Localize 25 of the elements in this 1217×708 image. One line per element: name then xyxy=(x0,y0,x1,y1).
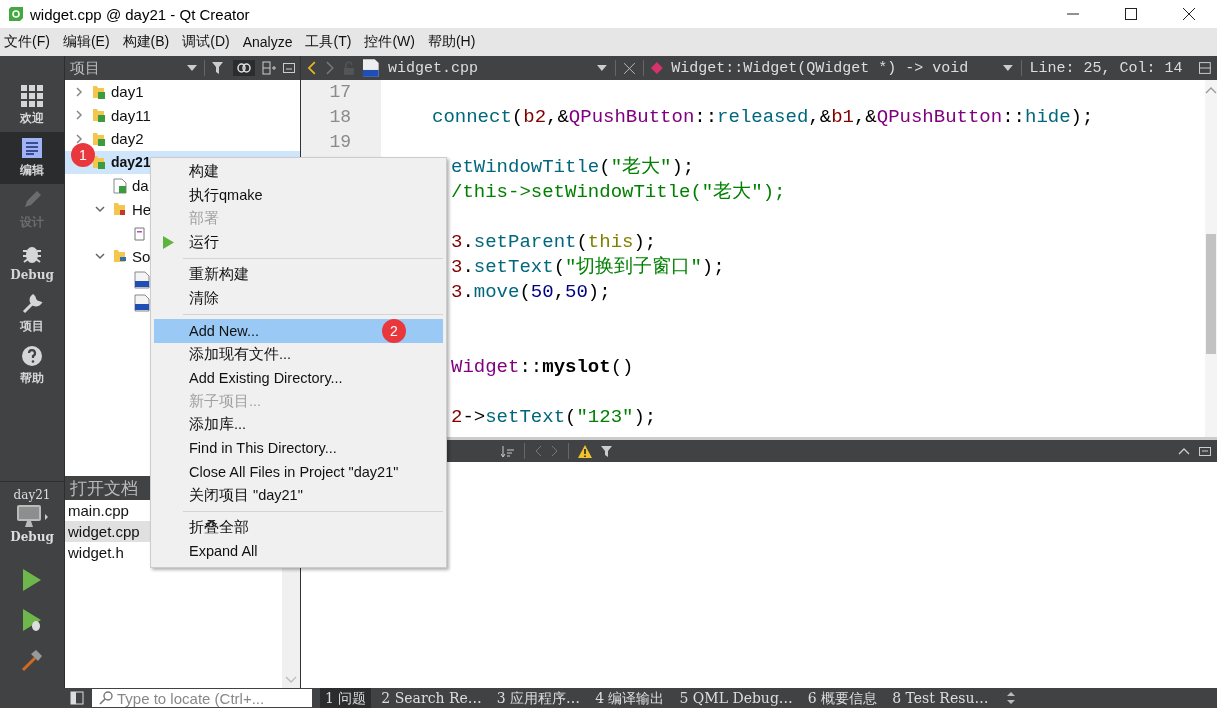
code-line: etWindowTitle("老大"); xyxy=(451,156,695,178)
code-line: connect(b2,&QPushButton::released,&b1,&QPushButton::hide); xyxy=(432,106,1094,128)
tree-label: So xyxy=(132,247,151,265)
panel-title: 打开文档 xyxy=(70,477,138,500)
tree-label: day1 xyxy=(111,83,144,101)
kit-project-label: day21 xyxy=(13,488,51,502)
tree-label: day2 xyxy=(111,130,144,148)
tree-label: day21 xyxy=(111,154,151,171)
code-line: 3.move(50,50); xyxy=(451,281,611,303)
line-number: 17 xyxy=(328,81,352,104)
tree-label: He xyxy=(132,200,152,218)
line-number: 19 xyxy=(328,131,352,154)
code-line: 2->setText("123"); xyxy=(451,406,657,428)
line-number: 18 xyxy=(328,106,352,129)
panel-title: 项目 xyxy=(70,58,100,78)
tree-label: da xyxy=(132,177,149,195)
code-line: 3.setText("切换到子窗口"); xyxy=(451,256,725,278)
tree-label: day11 xyxy=(111,106,151,124)
code-line: Widget::myslot() xyxy=(451,356,634,378)
build-config-label: Debug xyxy=(10,530,54,544)
window-title: widget.cpp @ day21 - Qt Creator xyxy=(30,5,250,23)
code-line: /this->setWindowTitle("老大"); xyxy=(451,181,786,203)
cursor-position: Line: 25, Col: 14 xyxy=(1029,59,1184,77)
step-badge: 1 xyxy=(71,142,95,167)
code-line: 3.setParent(this); xyxy=(451,231,657,253)
